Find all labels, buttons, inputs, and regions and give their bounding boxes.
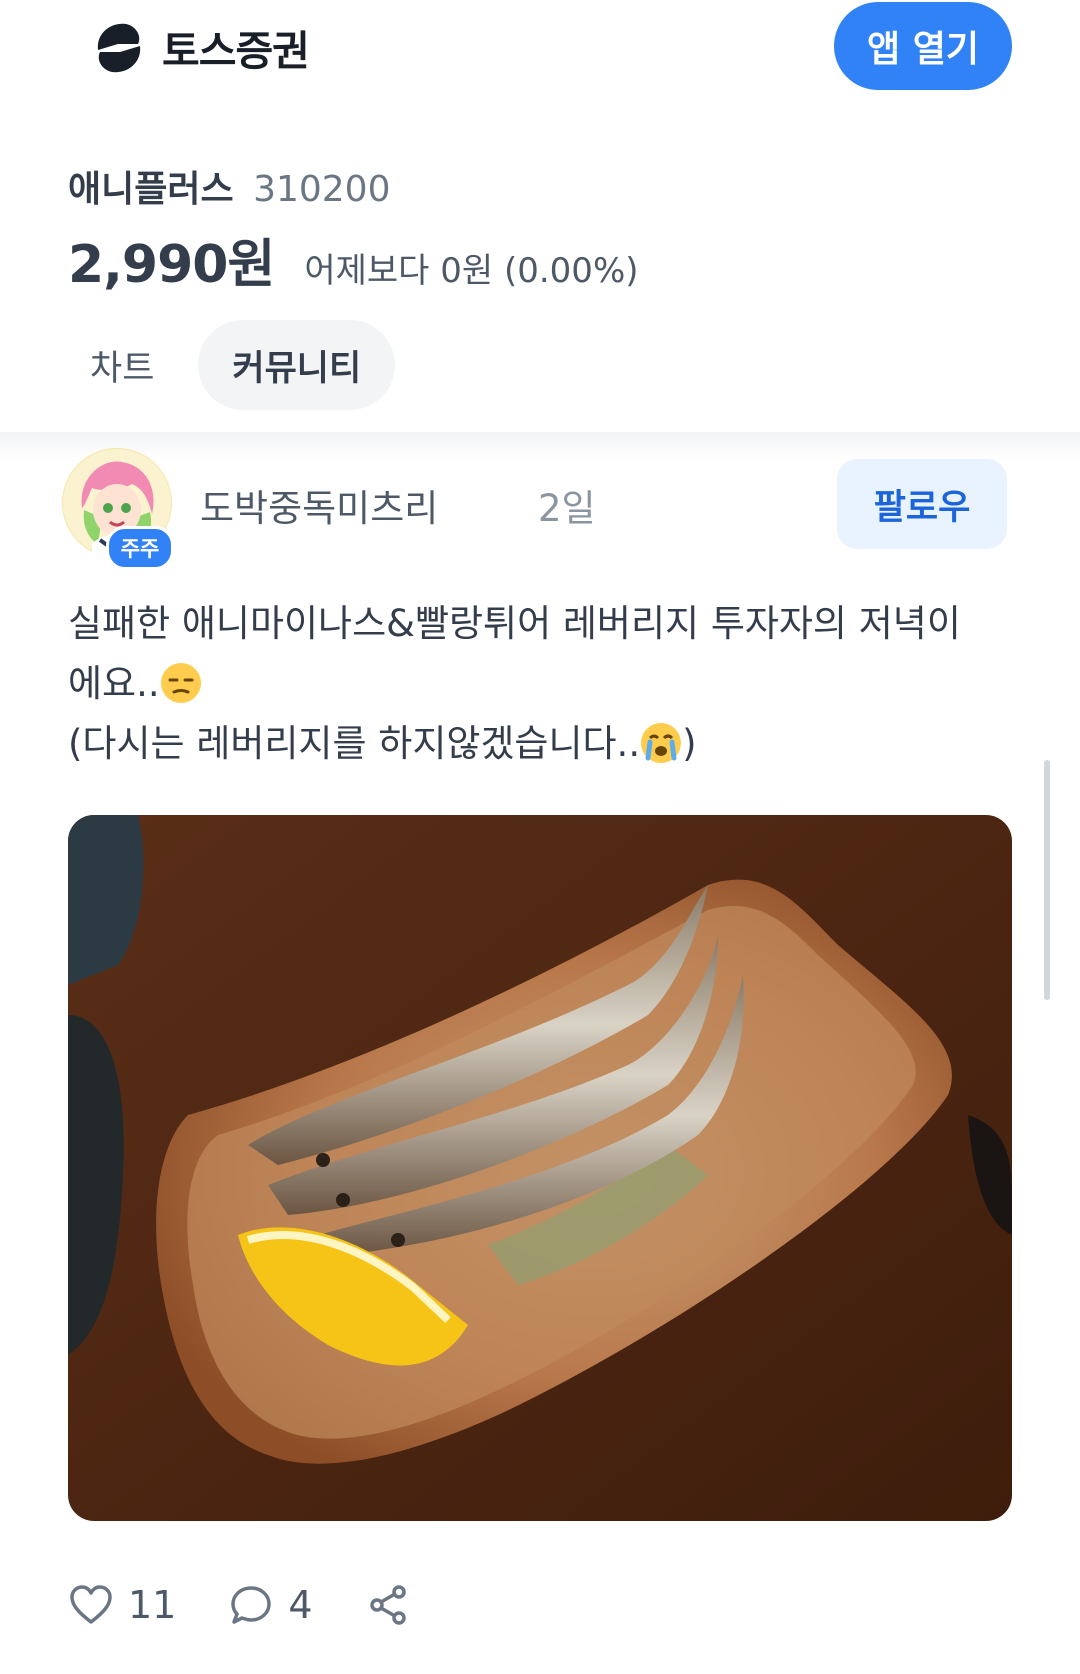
stock-code: 310200	[253, 169, 391, 210]
toss-logo[interactable]: 토스증권	[88, 16, 310, 78]
author-name[interactable]: 도박중독미츠리	[200, 478, 438, 532]
post-body: 실패한 애니마이나스&빨랑튀어 레버리지 투자자의 저녁이 에요.. (다시는 …	[68, 594, 1018, 774]
post-line-4: )	[682, 722, 697, 765]
stock-price: 2,990원	[68, 235, 275, 295]
stock-info: 애니플러스 310200 2,990원 어제보다 0원 (0.00%)	[68, 160, 639, 297]
comment-button[interactable]: 4	[228, 1582, 313, 1628]
post-line-3: (다시는 레버리지를 하지않겠습니다..	[68, 722, 641, 765]
post-header: 주주 도박중독미츠리 2일 팔로우	[62, 448, 1012, 570]
open-app-button[interactable]: 앱 열기	[834, 2, 1012, 90]
crying-face-icon	[641, 723, 682, 763]
post-image[interactable]	[68, 815, 1012, 1521]
holder-badge: 주주	[106, 526, 174, 570]
share-button[interactable]	[365, 1582, 411, 1628]
avatar[interactable]: 주주	[62, 448, 174, 570]
brand-name: 토스증권	[162, 27, 310, 75]
heart-icon	[70, 1585, 112, 1624]
tab-chart[interactable]: 차트	[68, 320, 176, 410]
tab-community[interactable]: 커뮤니티	[198, 320, 396, 410]
follow-button[interactable]: 팔로우	[837, 459, 1007, 549]
like-button[interactable]: 11	[68, 1582, 176, 1628]
stock-name: 애니플러스	[68, 169, 234, 210]
post-line-1: 실패한 애니마이나스&빨랑튀어 레버리지 투자자의 저녁이	[68, 602, 961, 645]
post-actions: 11 4	[68, 1582, 463, 1628]
share-icon	[369, 1585, 406, 1625]
price-change: 어제보다 0원 (0.00%)	[304, 251, 639, 291]
grilled-fish-photo	[68, 815, 1012, 1521]
post-line-2: 에요..	[68, 662, 160, 705]
comment-icon	[231, 1586, 272, 1624]
comment-count: 4	[288, 1583, 313, 1627]
scrollbar[interactable]	[1044, 760, 1050, 1000]
like-count: 11	[128, 1583, 177, 1627]
post-time: 2일	[538, 487, 596, 530]
unamused-face-icon	[160, 663, 201, 703]
tab-bar: 차트 커뮤니티	[68, 320, 396, 410]
top-header: 토스증권 앱 열기	[0, 0, 1080, 100]
toss-logo-icon	[97, 23, 141, 73]
